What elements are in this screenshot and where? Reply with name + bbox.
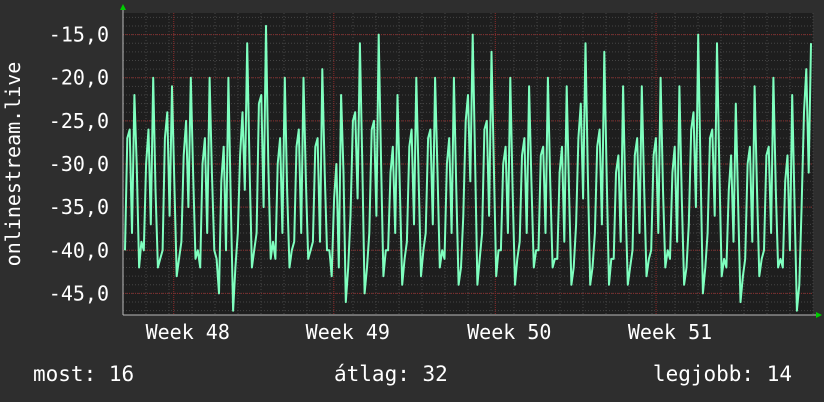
y-tick-label: -20,0 <box>49 66 109 90</box>
y-axis-arrow-icon <box>120 4 126 10</box>
stat-best: legjobb: 14 <box>652 362 792 386</box>
y-tick-label: -45,0 <box>49 281 109 305</box>
x-axis-ticks: Week 48 Week 49 Week 50 Week 51 <box>146 320 713 344</box>
chart: -15,0 -20,0 -25,0 -30,0 -35,0 -40,0 -45,0 Week… <box>1 4 822 344</box>
stat-average: átlag: 32 <box>334 362 448 386</box>
x-tick-label: Week 50 <box>467 320 551 344</box>
y-tick-label: -30,0 <box>49 152 109 176</box>
y-axis-label: onlinestream.live <box>1 62 25 267</box>
y-tick-label: -35,0 <box>49 195 109 219</box>
x-tick-label: Week 51 <box>628 320 712 344</box>
x-tick-label: Week 48 <box>146 320 230 344</box>
stat-current: most: 16 <box>33 362 135 386</box>
y-tick-label: -15,0 <box>49 23 109 47</box>
y-tick-label: -40,0 <box>49 238 109 262</box>
x-tick-label: Week 49 <box>306 320 390 344</box>
x-axis-arrow-icon <box>816 312 822 318</box>
y-axis-ticks: -15,0 -20,0 -25,0 -30,0 -35,0 -40,0 -45,0 <box>49 23 109 306</box>
y-tick-label: -25,0 <box>49 109 109 133</box>
